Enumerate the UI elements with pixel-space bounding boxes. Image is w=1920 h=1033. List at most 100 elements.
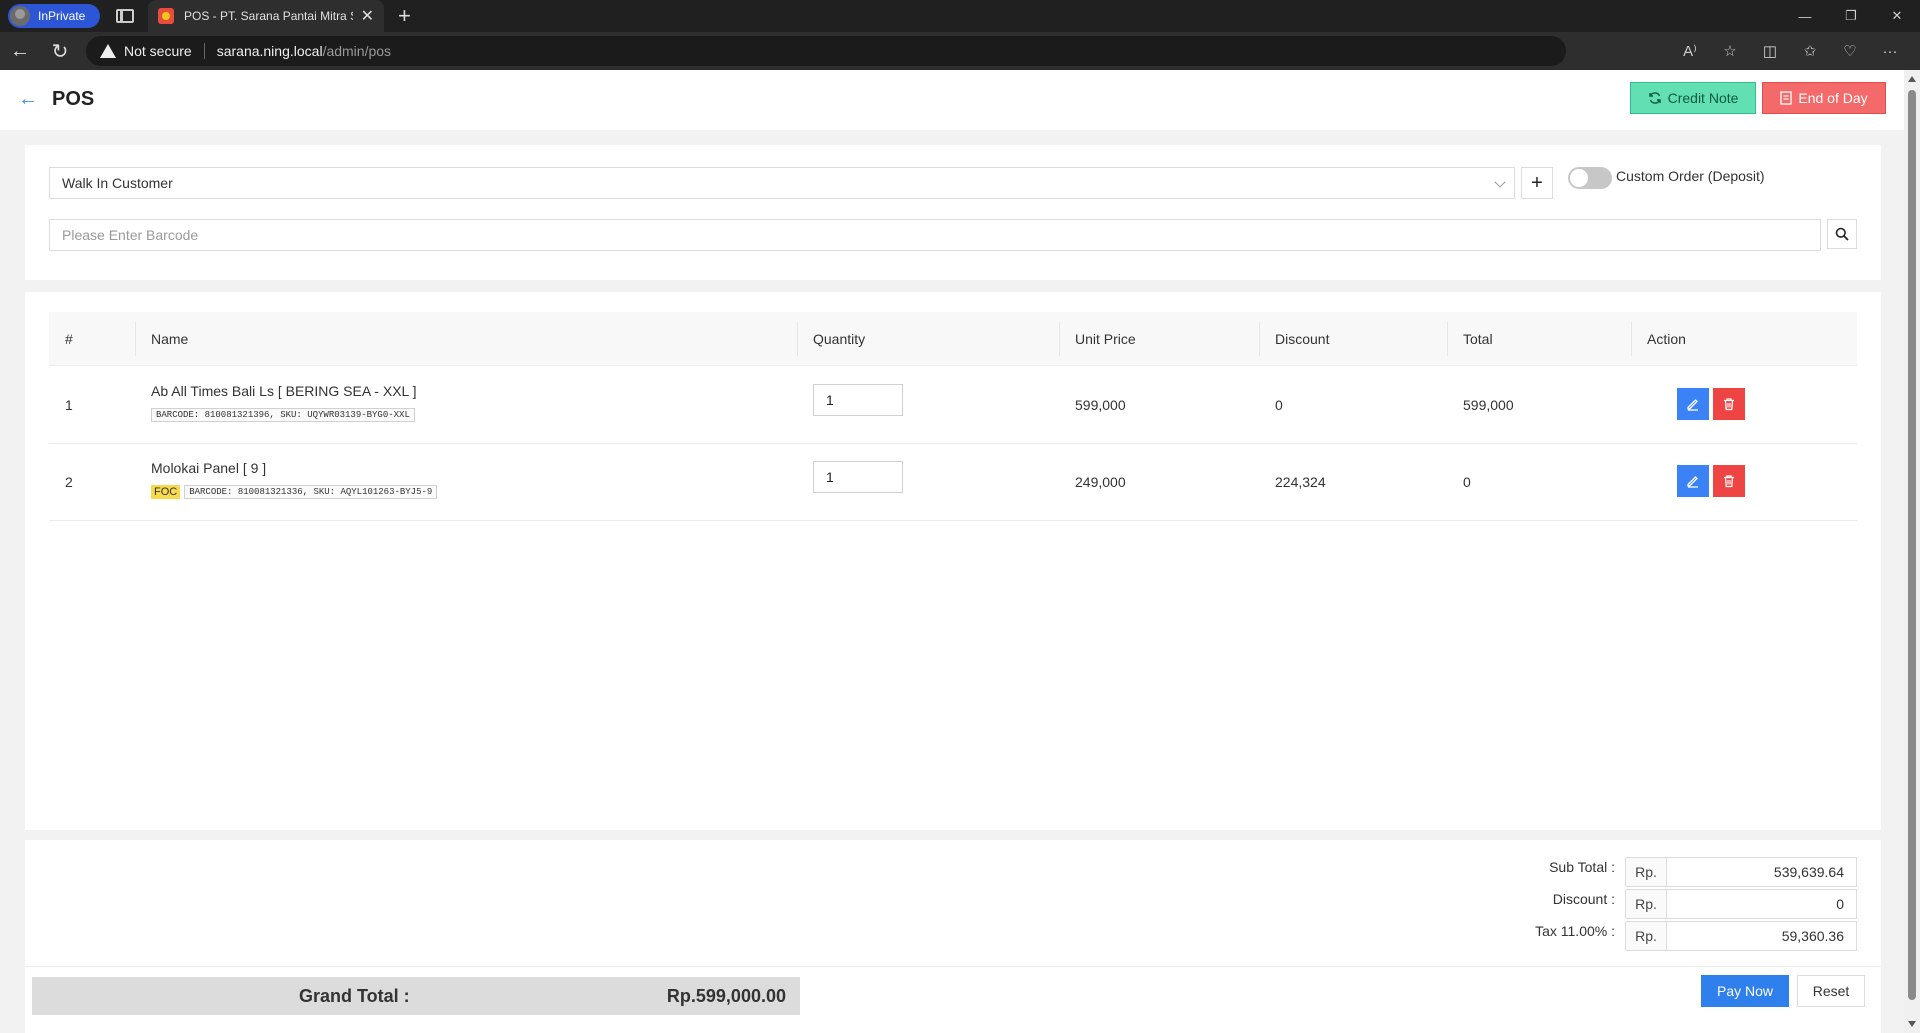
minimize-icon[interactable]: — xyxy=(1782,0,1828,32)
col-divider xyxy=(1447,322,1448,356)
url-divider xyxy=(203,43,205,59)
product-name: Molokai Panel [ 9 ] xyxy=(151,460,267,476)
warning-icon xyxy=(100,44,116,58)
edit-item-button[interactable] xyxy=(1677,388,1709,420)
summary-card: Sub Total : Rp. 539,639.64 Discount : Rp… xyxy=(25,840,1881,1033)
barcode-search-button[interactable] xyxy=(1827,219,1857,249)
page-content: ← POS Credit Note End of Day Walk In Cus… xyxy=(0,70,1904,1033)
url-host: sarana.ning.local xyxy=(216,43,323,59)
reset-button[interactable]: Reset xyxy=(1797,975,1865,1007)
subtotal-label: Sub Total : xyxy=(1549,859,1615,875)
col-divider xyxy=(135,322,136,356)
window-controls: — ❐ ✕ xyxy=(1782,0,1920,32)
end-of-day-button[interactable]: End of Day xyxy=(1762,82,1886,114)
chevron-down-icon xyxy=(1494,176,1506,188)
customer-select[interactable]: Walk In Customer xyxy=(49,167,1515,199)
quantity-input[interactable] xyxy=(813,461,903,493)
row-number: 2 xyxy=(65,474,73,490)
end-of-day-label: End of Day xyxy=(1798,90,1868,106)
delete-item-button[interactable] xyxy=(1713,388,1745,420)
customer-card: Walk In Customer + Custom Order (Deposit… xyxy=(25,145,1881,280)
browser-essentials-icon[interactable]: ♡ xyxy=(1830,42,1870,60)
close-tab-icon[interactable]: ✕ xyxy=(361,6,374,26)
tax-value: 59,360.36 xyxy=(1667,921,1857,951)
col-divider xyxy=(1059,322,1060,356)
discount-label: Discount : xyxy=(1552,891,1615,907)
currency-addon: Rp. xyxy=(1625,889,1667,919)
col-divider xyxy=(1259,322,1260,356)
line-total: 0 xyxy=(1463,474,1471,490)
url-path: /admin/pos xyxy=(322,43,392,59)
custom-order-label: Custom Order (Deposit) xyxy=(1616,168,1765,184)
product-name: Ab All Times Bali Ls [ BERING SEA - XXL … xyxy=(151,383,417,399)
new-tab-icon[interactable]: + xyxy=(398,3,411,29)
site-favicon-icon xyxy=(158,8,174,24)
product-codes: BARCODE: 810081321336, SKU: AQYL101263-B… xyxy=(184,485,438,499)
page-title: POS xyxy=(52,88,95,110)
page-scrollbar[interactable] xyxy=(1904,70,1920,1033)
barcode-input[interactable] xyxy=(49,219,1821,251)
table-header: # Name Quantity Unit Price Discount Tota… xyxy=(49,312,1857,366)
col-divider xyxy=(1631,322,1632,356)
scroll-down-icon[interactable] xyxy=(1908,1021,1916,1027)
product-meta: BARCODE: 810081321396, SKU: UQYWR03139-B… xyxy=(151,408,415,422)
col-total: Total xyxy=(1463,331,1493,347)
refresh-icon xyxy=(1648,92,1661,104)
credit-note-label: Credit Note xyxy=(1667,90,1739,106)
pay-now-button[interactable]: Pay Now xyxy=(1701,975,1789,1007)
add-customer-button[interactable]: + xyxy=(1521,167,1553,199)
col-divider xyxy=(797,322,798,356)
trash-icon xyxy=(1724,475,1734,488)
grand-total-value: Rp.599,000.00 xyxy=(666,986,786,1006)
workspaces-icon[interactable] xyxy=(116,9,134,23)
col-unit-price: Unit Price xyxy=(1075,331,1136,347)
not-secure-label: Not secure xyxy=(124,43,192,59)
profile-avatar-icon xyxy=(10,6,30,26)
refresh-icon[interactable]: ↻ xyxy=(40,35,80,67)
custom-order-toggle[interactable] xyxy=(1568,167,1612,189)
col-action: Action xyxy=(1647,331,1686,347)
back-arrow-icon[interactable]: ← xyxy=(18,88,38,111)
restore-icon[interactable]: ❐ xyxy=(1828,0,1874,32)
currency-addon: Rp. xyxy=(1625,857,1667,887)
delete-item-button[interactable] xyxy=(1713,465,1745,497)
discount-total-value: 0 xyxy=(1667,889,1857,919)
browser-tab-bar: InPrivate POS - PT. Sarana Pantai Mitra … xyxy=(0,0,1920,32)
table-row: 2 Molokai Panel [ 9 ] FOC BARCODE: 81008… xyxy=(49,444,1857,521)
back-icon[interactable]: ← xyxy=(0,35,40,67)
unit-price: 599,000 xyxy=(1075,397,1126,413)
page-header: ← POS Credit Note End of Day xyxy=(0,70,1904,130)
table-row: 1 Ab All Times Bali Ls [ BERING SEA - XX… xyxy=(49,367,1857,444)
discount-value: 224,324 xyxy=(1275,474,1326,490)
currency-addon: Rp. xyxy=(1625,921,1667,951)
customer-selected-value: Walk In Customer xyxy=(62,175,173,191)
product-meta: FOC BARCODE: 810081321336, SKU: AQYL1012… xyxy=(151,485,438,499)
unit-price: 249,000 xyxy=(1075,474,1126,490)
subtotal-value: 539,639.64 xyxy=(1667,857,1857,887)
favorite-star-icon[interactable]: ☆ xyxy=(1710,42,1750,60)
address-bar-row: ← ↻ Not secure sarana.ning.local /admin/… xyxy=(0,32,1920,70)
url-field[interactable]: Not secure sarana.ning.local /admin/pos xyxy=(86,36,1566,66)
col-discount: Discount xyxy=(1275,331,1330,347)
browser-toolbar: A⁾ ☆ ◫ ✩ ♡ ··· xyxy=(1670,32,1910,70)
scrollbar-thumb[interactable] xyxy=(1908,90,1916,1000)
active-tab[interactable]: POS - PT. Sarana Pantai Mitra Se ✕ xyxy=(148,0,384,32)
pencil-icon xyxy=(1687,399,1698,411)
split-screen-icon[interactable]: ◫ xyxy=(1750,42,1790,60)
more-menu-icon[interactable]: ··· xyxy=(1870,43,1910,60)
search-icon xyxy=(1835,227,1849,241)
product-codes: BARCODE: 810081321396, SKU: UQYWR03139-B… xyxy=(151,408,415,422)
line-total: 599,000 xyxy=(1463,397,1514,413)
close-window-icon[interactable]: ✕ xyxy=(1874,0,1920,32)
discount-row: Discount : Rp. 0 xyxy=(1553,889,1857,919)
report-icon xyxy=(1780,91,1793,105)
read-aloud-icon[interactable]: A⁾ xyxy=(1670,42,1710,60)
quantity-input[interactable] xyxy=(813,384,903,416)
tax-label: Tax 11.00% : xyxy=(1535,923,1615,939)
edit-item-button[interactable] xyxy=(1677,465,1709,497)
inprivate-badge[interactable]: InPrivate xyxy=(8,4,100,28)
scroll-up-icon[interactable] xyxy=(1908,76,1916,82)
favorites-icon[interactable]: ✩ xyxy=(1790,42,1830,60)
pencil-icon xyxy=(1687,476,1698,488)
credit-note-button[interactable]: Credit Note xyxy=(1630,82,1756,114)
